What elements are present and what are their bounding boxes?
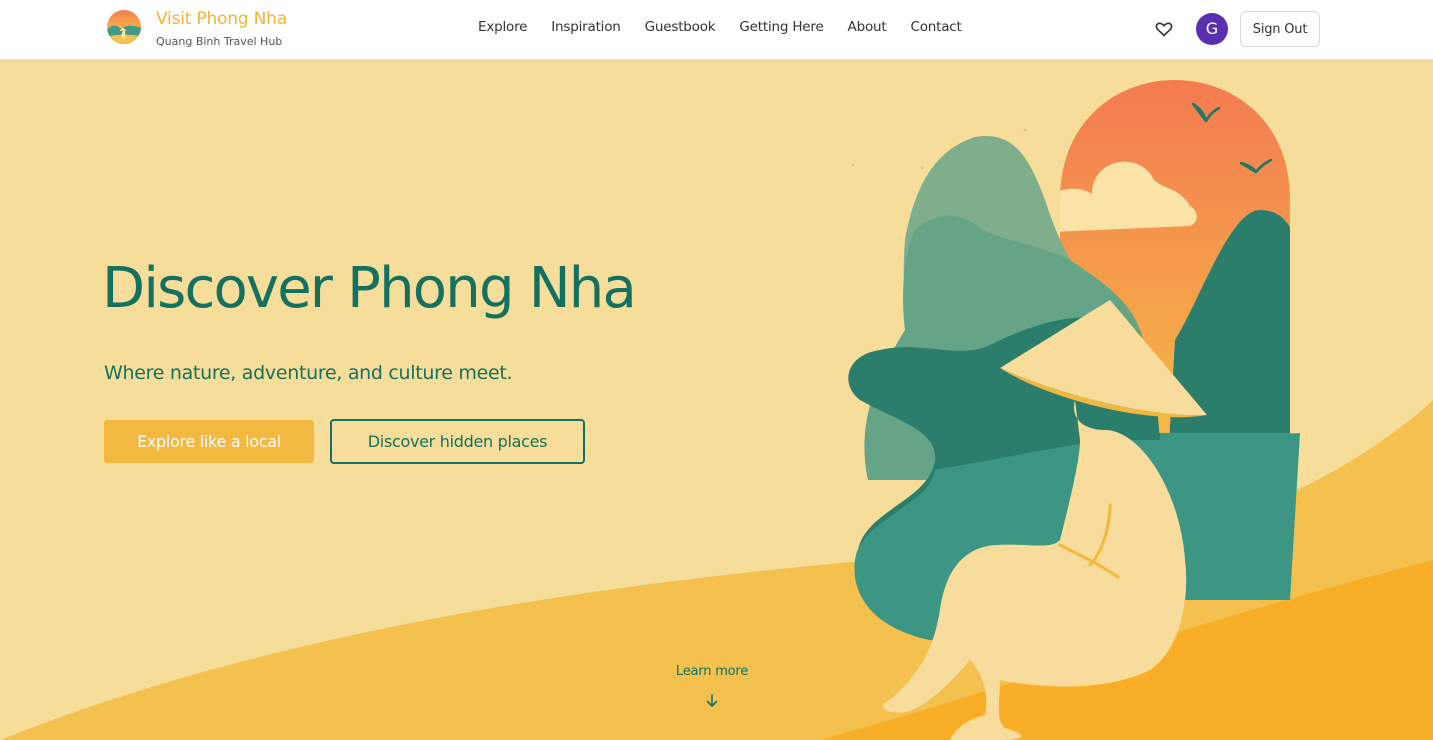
nav-link-getting-here[interactable]: Getting Here [739, 19, 823, 35]
arrow-down-icon[interactable] [705, 693, 719, 709]
user-avatar[interactable]: G [1196, 13, 1228, 45]
brand-name[interactable]: Visit Phong Nha [156, 9, 287, 29]
brand-logo-icon[interactable] [106, 9, 142, 45]
nav-link-guestbook[interactable]: Guestbook [645, 19, 716, 35]
sign-out-button[interactable]: Sign Out [1240, 11, 1320, 47]
hero-subtitle: Where nature, adventure, and culture mee… [104, 362, 513, 384]
brand-subtitle: Quang Binh Travel Hub [156, 35, 283, 48]
main-nav: Explore Inspiration Guestbook Getting He… [478, 19, 962, 35]
nav-link-explore[interactable]: Explore [478, 19, 527, 35]
nav-link-contact[interactable]: Contact [910, 19, 961, 35]
nav-link-about[interactable]: About [848, 19, 887, 35]
top-navbar: Visit Phong Nha Quang Binh Travel Hub Ex… [0, 0, 1433, 60]
hero-illustration [0, 60, 1433, 740]
heart-icon[interactable] [1154, 19, 1174, 39]
learn-more-link[interactable]: Learn more [662, 664, 762, 679]
discover-hidden-places-button[interactable]: Discover hidden places [330, 419, 585, 464]
nav-link-inspiration[interactable]: Inspiration [551, 19, 621, 35]
explore-like-local-button[interactable]: Explore like a local [104, 420, 314, 463]
hero-title: Discover Phong Nha [102, 256, 637, 321]
